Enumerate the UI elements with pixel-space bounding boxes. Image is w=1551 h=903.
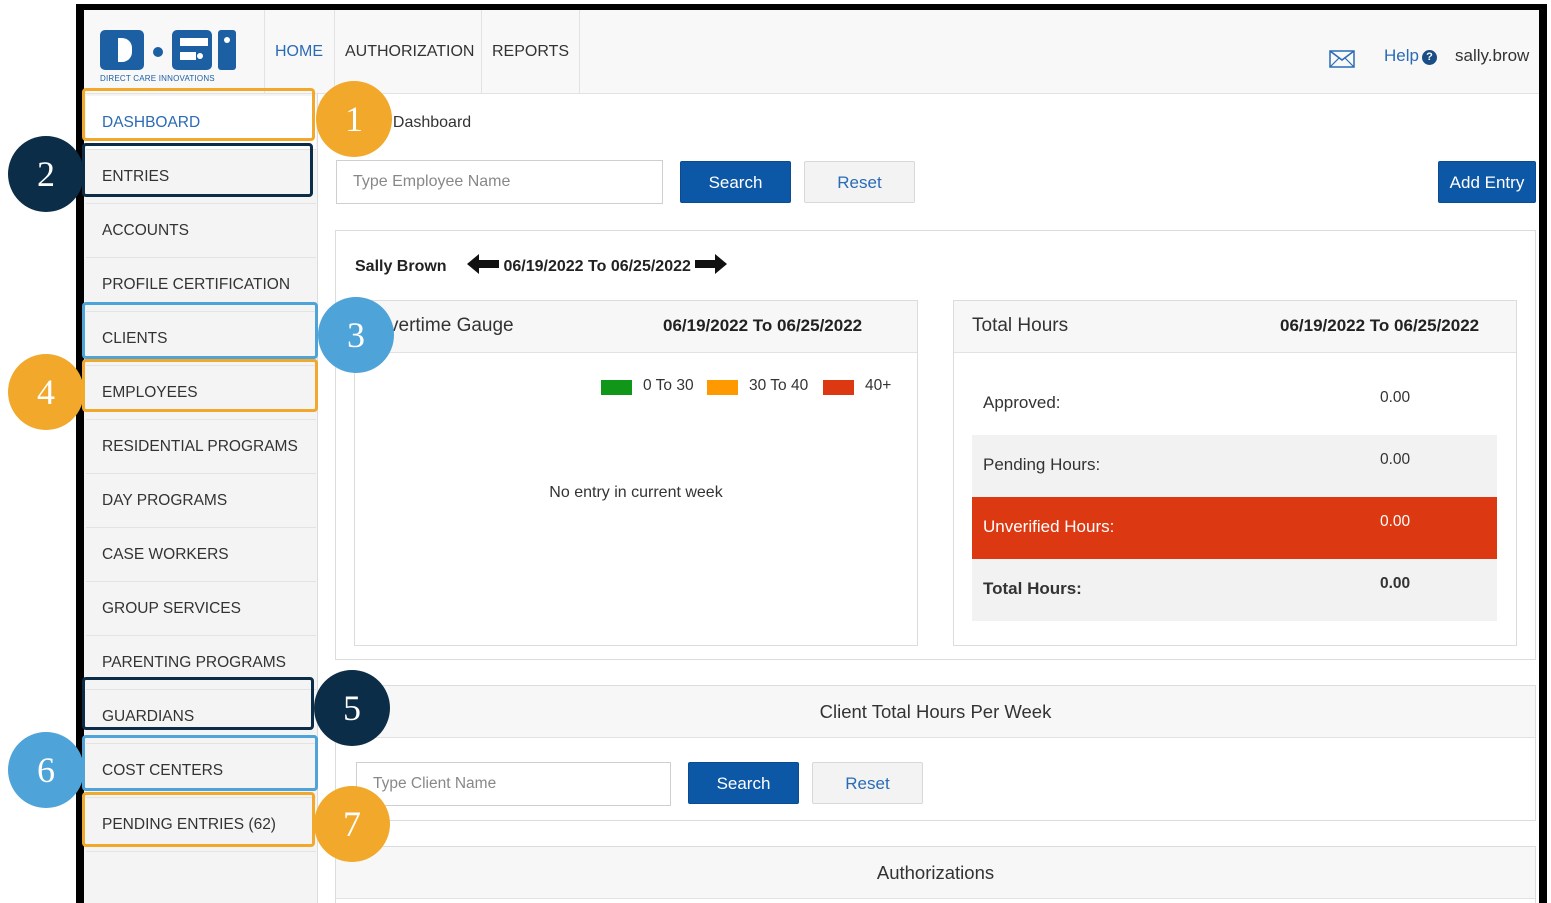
employee-name: Sally Brown <box>355 258 447 275</box>
legend-swatch-red <box>823 380 854 395</box>
callout-box-guardians <box>82 677 314 730</box>
user-menu[interactable]: sally.brow <box>1455 46 1529 66</box>
legend-swatch-green <box>601 380 632 395</box>
callout-box-pending-entries <box>82 792 315 847</box>
legend-label-40-plus: 40+ <box>865 377 892 394</box>
gauge-empty-message: No entry in current week <box>549 484 723 501</box>
callout-box-cost-centers <box>82 735 318 791</box>
legend-swatch-orange <box>707 380 738 395</box>
week-range: 06/19/2022 To 06/25/2022 <box>503 258 691 275</box>
legend-label-30-40: 30 To 40 <box>749 377 809 394</box>
client-reset-button[interactable]: Reset <box>812 762 923 804</box>
client-search-input[interactable]: Type Client Name <box>356 762 671 806</box>
hours-row-unverified: Unverified Hours: 0.00 <box>972 497 1497 559</box>
overtime-gauge-title: vertime Gauge <box>389 315 514 336</box>
callout-badge-4: 4 <box>8 354 84 430</box>
overtime-gauge-range: 06/19/2022 To 06/25/2022 <box>663 316 863 335</box>
legend-label-0-30: 0 To 30 <box>643 377 694 394</box>
sidebar-item-day-programs[interactable]: DAY PROGRAMS <box>86 474 316 528</box>
employee-search-button[interactable]: Search <box>680 161 791 203</box>
callout-badge-6: 6 <box>8 732 84 808</box>
top-navbar: DIRECT CARE INNOVATIONS HOME AUTHORIZATI… <box>84 10 1539 94</box>
help-label: Help <box>1384 46 1419 65</box>
client-hours-title: Client Total Hours Per Week <box>336 686 1535 738</box>
week-header: Sally Brown 06/19/2022 To 06/25/2022 <box>355 254 728 276</box>
overtime-gauge-card: vertime Gauge 06/19/2022 To 06/25/2022 0… <box>354 300 918 646</box>
nav-reports[interactable]: REPORTS <box>481 10 581 94</box>
sidebar-item-case-workers[interactable]: CASE WORKERS <box>86 528 316 582</box>
authorizations-title: Authorizations <box>336 847 1535 899</box>
hours-row-approved: Approved: 0.00 <box>983 389 1411 412</box>
sidebar-item-group-services[interactable]: GROUP SERVICES <box>86 582 316 636</box>
callout-badge-7: 7 <box>314 786 390 862</box>
mail-icon[interactable] <box>1329 50 1355 68</box>
callout-box-clients <box>82 302 318 359</box>
breadcrumb: / Dashboard <box>384 114 472 131</box>
arrow-right-icon[interactable] <box>695 254 728 274</box>
callout-box-employees <box>82 359 318 412</box>
question-circle-icon: ? <box>1421 50 1437 65</box>
total-hours-title: Total Hours <box>972 315 1069 336</box>
logo-tagline: DIRECT CARE INNOVATIONS <box>100 74 215 83</box>
callout-badge-1: 1 <box>316 81 392 157</box>
total-hours-card: Total Hours 06/19/2022 To 06/25/2022 App… <box>953 300 1517 646</box>
callout-badge-2: 2 <box>8 136 84 212</box>
hours-row-pending: Pending Hours: 0.00 <box>972 435 1497 497</box>
client-search-button[interactable]: Search <box>688 762 799 804</box>
callout-box-entries <box>82 143 313 197</box>
help-link[interactable]: Help? <box>1384 46 1437 66</box>
sidebar-item-residential-programs[interactable]: RESIDENTIAL PROGRAMS <box>86 420 316 474</box>
nav-home[interactable]: HOME <box>264 10 333 94</box>
add-entry-button[interactable]: Add Entry <box>1438 161 1536 203</box>
callout-box-dashboard <box>82 88 315 141</box>
employee-reset-button[interactable]: Reset <box>804 161 915 203</box>
total-hours-range: 06/19/2022 To 06/25/2022 <box>1280 316 1480 335</box>
callout-badge-3: 3 <box>318 297 394 373</box>
employee-search-input[interactable]: Type Employee Name <box>336 160 663 204</box>
authorizations-panel: Authorizations <box>335 846 1536 903</box>
sidebar-item-accounts[interactable]: ACCOUNTS <box>86 204 316 258</box>
hours-row-total: Total Hours: 0.00 <box>972 559 1497 621</box>
callout-badge-5: 5 <box>314 670 390 746</box>
arrow-left-icon[interactable] <box>467 254 500 274</box>
